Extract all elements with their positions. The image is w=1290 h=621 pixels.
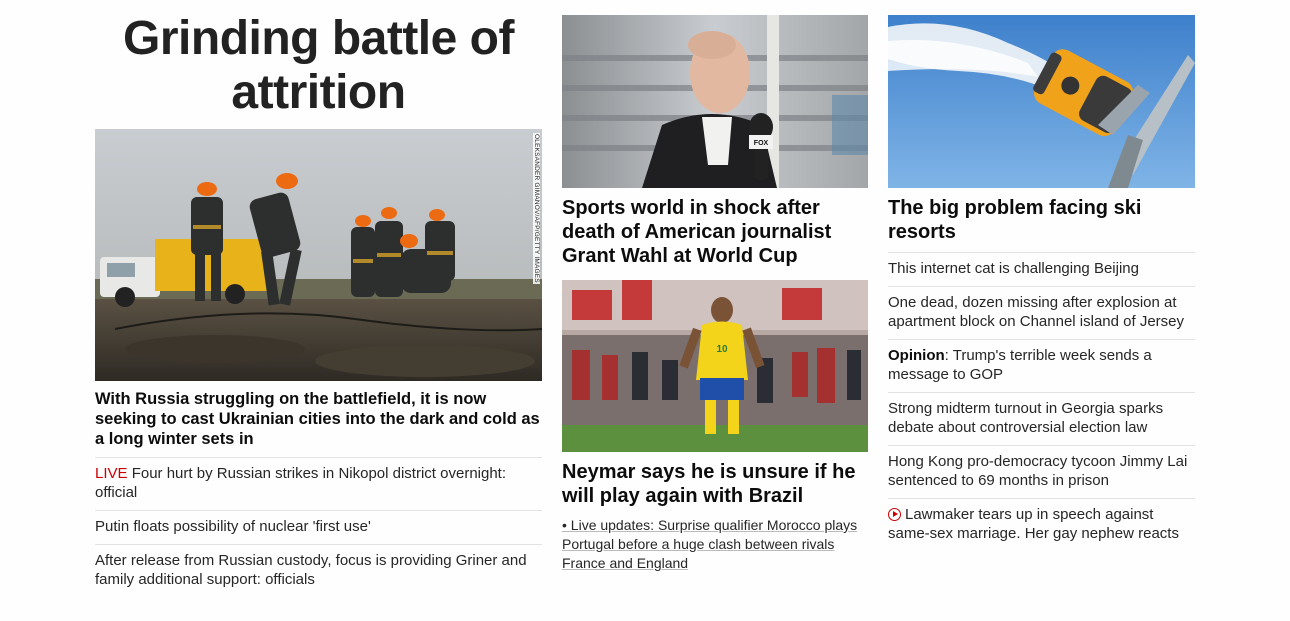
hero-image[interactable]: OLEKSANDER GIMANOV/AFP/GETTY IMAGES <box>95 129 542 381</box>
list-item[interactable]: Hong Kong pro-democracy tycoon Jimmy Lai… <box>888 445 1195 498</box>
svg-text:10: 10 <box>716 344 728 355</box>
ski-resort-image-art <box>888 15 1195 188</box>
image-credit: OLEKSANDER GIMANOV/AFP/GETTY IMAGES <box>533 133 540 284</box>
play-icon <box>888 508 901 521</box>
right-column: The big problem facing ski resorts This … <box>888 0 1195 551</box>
list-item[interactable]: Opinion: Trump's terrible week sends a m… <box>888 339 1195 392</box>
hero-image-art <box>95 129 542 381</box>
list-item-text: Hong Kong pro-democracy tycoon Jimmy Lai… <box>888 453 1188 489</box>
middle-column: FOX Sports world in shock after death of… <box>562 0 868 573</box>
list-item-text: This internet cat is challenging Beijing <box>888 260 1139 277</box>
neymar-image-art: 10 <box>562 280 868 452</box>
neymar-headline[interactable]: Neymar says he is unsure if he will play… <box>562 460 868 508</box>
list-item[interactable]: One dead, dozen missing after explosion … <box>888 286 1195 339</box>
list-item-text: One dead, dozen missing after explosion … <box>888 294 1185 330</box>
live-updates-link[interactable]: • Live updates: Surprise qualifier Moroc… <box>562 516 868 573</box>
list-item[interactable]: After release from Russian custody, focu… <box>95 544 542 597</box>
list-item-text: Four hurt by Russian strikes in Nikopol … <box>95 465 507 501</box>
list-item[interactable]: Lawmaker tears up in speech against same… <box>888 498 1195 551</box>
list-item-text: Putin floats possibility of nuclear 'fir… <box>95 518 371 535</box>
hero-related-list: LIVE Four hurt by Russian strikes in Nik… <box>95 457 542 597</box>
neymar-image[interactable]: 10 <box>562 280 868 452</box>
list-item[interactable]: Strong midterm turnout in Georgia sparks… <box>888 392 1195 445</box>
svg-text:FOX: FOX <box>754 140 769 147</box>
ski-resort-image[interactable] <box>888 15 1195 188</box>
hero-headline[interactable]: Grinding battle of attrition <box>95 12 542 120</box>
list-item[interactable]: LIVE Four hurt by Russian strikes in Nik… <box>95 457 542 510</box>
list-item-text: Strong midterm turnout in Georgia sparks… <box>888 400 1164 436</box>
hero-column: Grinding battle of attrition OLEKSANDER … <box>95 0 542 597</box>
opinion-label: Opinion <box>888 347 945 364</box>
list-item[interactable]: This internet cat is challenging Beijing <box>888 252 1195 286</box>
grant-wahl-image-art: FOX <box>562 15 868 188</box>
list-item-text: Lawmaker tears up in speech against same… <box>888 506 1179 542</box>
grant-wahl-image[interactable]: FOX <box>562 15 868 188</box>
grant-wahl-headline[interactable]: Sports world in shock after death of Ame… <box>562 196 868 268</box>
live-badge: LIVE <box>95 465 128 482</box>
ski-resort-headline[interactable]: The big problem facing ski resorts <box>888 196 1195 244</box>
hero-caption-link[interactable]: With Russia struggling on the battlefiel… <box>95 389 542 449</box>
right-headline-list: This internet cat is challenging Beijing… <box>888 252 1195 551</box>
list-item-text: After release from Russian custody, focu… <box>95 552 527 588</box>
list-item[interactable]: Putin floats possibility of nuclear 'fir… <box>95 510 542 544</box>
